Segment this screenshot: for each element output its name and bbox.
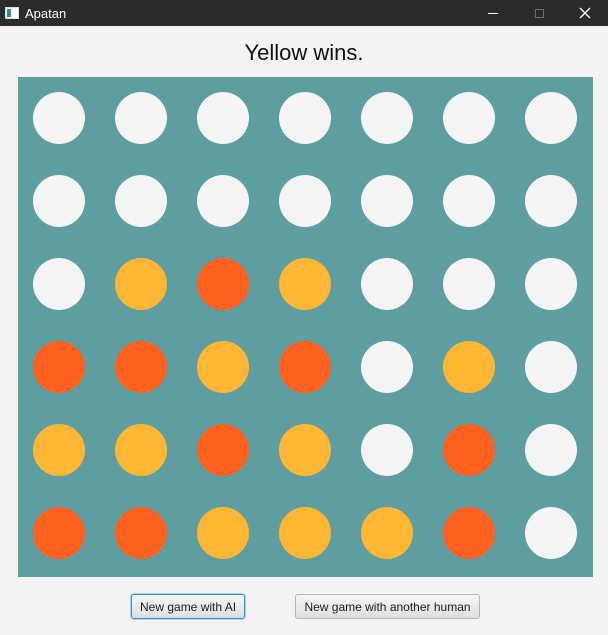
disc-empty[interactable] <box>525 507 577 559</box>
disc-yellow[interactable] <box>279 258 331 310</box>
disc-empty[interactable] <box>361 175 413 227</box>
disc-red[interactable] <box>443 507 495 559</box>
minimize-button[interactable] <box>470 0 516 26</box>
disc-yellow[interactable] <box>361 507 413 559</box>
disc-empty[interactable] <box>525 341 577 393</box>
disc-empty[interactable] <box>361 341 413 393</box>
disc-empty[interactable] <box>361 258 413 310</box>
new-game-ai-button[interactable]: New game with AI <box>131 594 245 619</box>
disc-empty[interactable] <box>197 175 249 227</box>
disc-empty[interactable] <box>361 92 413 144</box>
disc-red[interactable] <box>443 424 495 476</box>
disc-yellow[interactable] <box>279 424 331 476</box>
disc-red[interactable] <box>197 258 249 310</box>
disc-empty[interactable] <box>33 92 85 144</box>
title-bar[interactable]: Apatan <box>0 0 608 26</box>
disc-red[interactable] <box>33 507 85 559</box>
disc-empty[interactable] <box>361 424 413 476</box>
window-title: Apatan <box>25 5 67 21</box>
maximize-button[interactable] <box>516 0 562 26</box>
maximize-icon <box>534 8 544 18</box>
disc-red[interactable] <box>115 507 167 559</box>
disc-yellow[interactable] <box>197 341 249 393</box>
disc-empty[interactable] <box>33 175 85 227</box>
disc-empty[interactable] <box>115 92 167 144</box>
disc-empty[interactable] <box>33 258 85 310</box>
disc-red[interactable] <box>197 424 249 476</box>
disc-empty[interactable] <box>279 92 331 144</box>
disc-yellow[interactable] <box>33 424 85 476</box>
disc-empty[interactable] <box>525 424 577 476</box>
disc-yellow[interactable] <box>443 341 495 393</box>
disc-empty[interactable] <box>115 175 167 227</box>
window-controls <box>470 0 608 26</box>
minimize-icon <box>488 12 498 14</box>
disc-yellow[interactable] <box>115 258 167 310</box>
close-icon <box>579 7 591 19</box>
disc-yellow[interactable] <box>115 424 167 476</box>
game-status: Yellow wins. <box>244 40 364 65</box>
disc-empty[interactable] <box>443 92 495 144</box>
app-icon <box>5 7 19 19</box>
disc-empty[interactable] <box>197 92 249 144</box>
disc-empty[interactable] <box>443 175 495 227</box>
close-button[interactable] <box>562 0 608 26</box>
disc-red[interactable] <box>115 341 167 393</box>
disc-empty[interactable] <box>525 92 577 144</box>
disc-yellow[interactable] <box>279 507 331 559</box>
game-board[interactable] <box>18 77 593 577</box>
disc-empty[interactable] <box>525 258 577 310</box>
new-game-human-button[interactable]: New game with another human <box>295 594 480 619</box>
disc-empty[interactable] <box>279 175 331 227</box>
disc-red[interactable] <box>279 341 331 393</box>
disc-empty[interactable] <box>525 175 577 227</box>
disc-red[interactable] <box>33 341 85 393</box>
disc-empty[interactable] <box>443 258 495 310</box>
disc-yellow[interactable] <box>197 507 249 559</box>
